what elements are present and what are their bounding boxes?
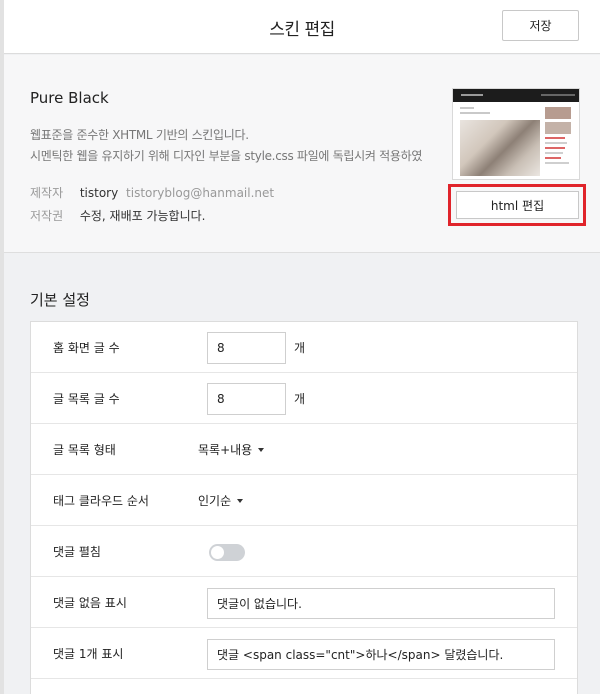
setting-row-no-comment: 댓글 없음 표시 — [31, 577, 577, 628]
skin-name: Pure Black — [30, 89, 109, 107]
html-edit-button[interactable]: html 편집 — [456, 191, 579, 219]
copyright-value: 수정, 재배포 가능합니다. — [79, 209, 206, 223]
setting-row-comment-expand: 댓글 펼침 — [31, 526, 577, 577]
skin-description-line: 시멘틱한 웹을 유지하기 위해 디자인 부분을 style.css 파일에 독립… — [30, 149, 423, 163]
list-posts-unit: 개 — [294, 392, 306, 406]
setting-row-list-style: 글 목록 형태 목록+내용 — [31, 424, 577, 475]
author-email: tistoryblog@hanmail.net — [126, 186, 275, 200]
setting-row-tag-cloud: 태그 클라우드 순서 인기순 — [31, 475, 577, 526]
comment-expand-toggle[interactable] — [209, 544, 245, 561]
tag-cloud-label: 태그 클라우드 순서 — [53, 494, 149, 508]
tag-cloud-selected: 인기순 — [198, 494, 232, 508]
no-comment-input[interactable] — [207, 588, 555, 619]
header-bar: 스킨 편집 저장 — [4, 0, 600, 54]
home-posts-input[interactable] — [207, 332, 286, 364]
skin-info-panel: Pure Black 웹표준을 준수한 XHTML 기반의 스킨입니다. 시멘틱… — [4, 55, 600, 253]
caret-down-icon — [258, 448, 265, 452]
list-style-label: 글 목록 형태 — [53, 443, 116, 457]
no-comment-label: 댓글 없음 표시 — [53, 596, 127, 610]
setting-row-list-posts: 글 목록 글 수 개 — [31, 373, 577, 424]
skin-thumbnail — [452, 88, 580, 180]
home-posts-label: 홈 화면 글 수 — [53, 341, 120, 355]
one-comment-label: 댓글 1개 표시 — [53, 647, 124, 661]
list-posts-input[interactable] — [207, 383, 286, 415]
home-posts-unit: 개 — [294, 341, 306, 355]
html-edit-highlight: html 편집 — [448, 184, 586, 226]
setting-row-home-posts: 홈 화면 글 수 개 — [31, 322, 577, 373]
toggle-knob — [211, 546, 224, 559]
save-button[interactable]: 저장 — [502, 10, 579, 41]
copyright-row: 저작권 수정, 재배포 가능합니다. — [30, 207, 206, 224]
skin-description: 웹표준을 준수한 XHTML 기반의 스킨입니다. 시멘틱한 웹을 유지하기 위… — [30, 125, 422, 167]
author-name: tistory — [79, 186, 119, 200]
author-row: 제작자 tistory tistoryblog@hanmail.net — [30, 184, 274, 201]
list-style-dropdown[interactable]: 목록+내용 — [198, 441, 265, 458]
list-posts-label: 글 목록 글 수 — [53, 392, 120, 406]
comment-expand-label: 댓글 펼침 — [53, 545, 101, 559]
skin-description-line: 웹표준을 준수한 XHTML 기반의 스킨입니다. — [30, 128, 249, 142]
thumbnail-topbar — [453, 89, 579, 102]
caret-down-icon — [237, 499, 244, 503]
list-style-selected: 목록+내용 — [198, 443, 253, 457]
thumbnail-photo — [460, 120, 540, 176]
thumbnail-text-lines — [460, 107, 520, 117]
author-label: 제작자 — [30, 186, 64, 200]
setting-row-one-comment: 댓글 1개 표시 — [31, 628, 577, 679]
one-comment-input[interactable] — [207, 639, 555, 670]
basic-settings-table: 홈 화면 글 수 개 글 목록 글 수 개 글 목록 형태 목록+내용 태그 클… — [30, 321, 578, 694]
tag-cloud-dropdown[interactable]: 인기순 — [198, 492, 244, 509]
thumbnail-sidebar — [545, 107, 577, 177]
basic-settings-title: 기본 설정 — [30, 291, 90, 309]
copyright-label: 저작권 — [30, 209, 64, 223]
